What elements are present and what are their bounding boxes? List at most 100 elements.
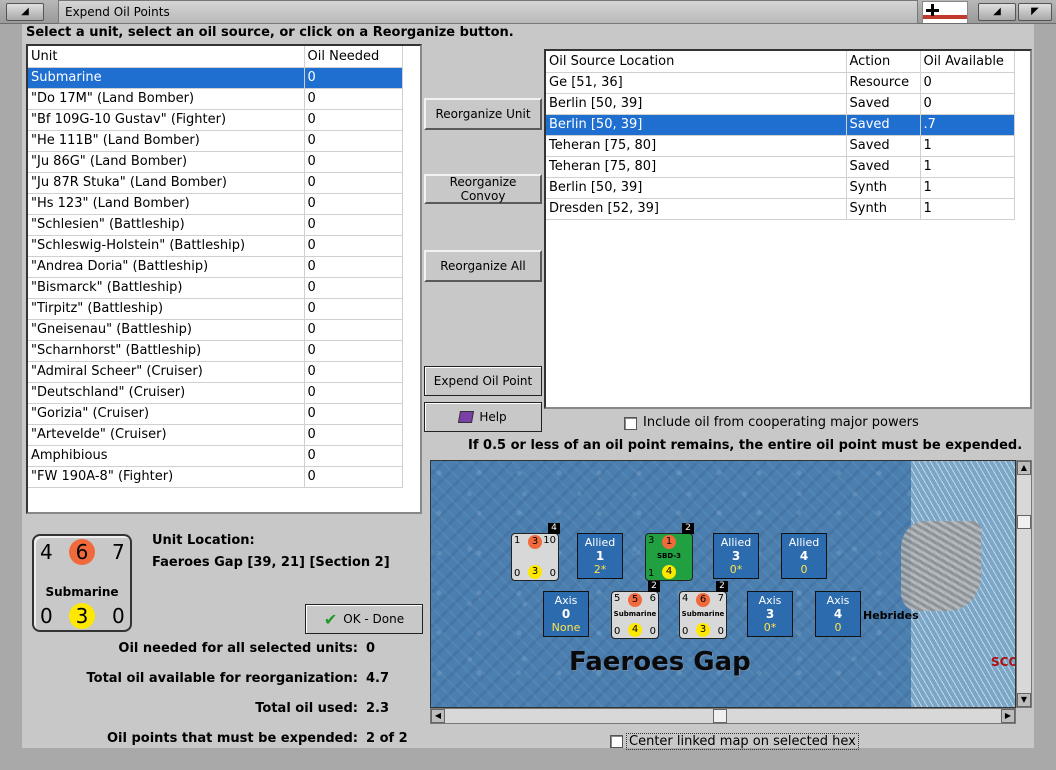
column-header[interactable]: Oil Available [920,51,1015,73]
allied-box[interactable]: Allied 4 0 [781,533,827,579]
counter-bl: 1 [648,568,655,579]
horizontal-scroll-thumb[interactable] [713,709,727,723]
allied-box[interactable]: Allied 3 0* [713,533,759,579]
selected-unit-counter: 4 6 7 Submarine 0 3 0 [32,534,132,632]
column-header[interactable]: Unit [28,46,305,68]
map-unit-counter[interactable]: 3 1 1 4 SBD-3 2 [645,523,694,581]
german-flag-icon [922,1,968,23]
center-map-checkbox[interactable] [610,735,623,748]
scroll-down-arrow-icon[interactable]: ▼ [1017,693,1031,707]
table-row[interactable]: "Schleswig-Holstein" (Battleship) 0 [28,235,403,257]
vertical-scroll-thumb[interactable] [1017,515,1031,529]
table-row[interactable]: Submarine 0 [28,67,403,89]
axis-box[interactable]: Axis 3 0* [747,591,793,637]
table-row[interactable]: Teheran [75, 80] Saved 1 [546,156,1015,178]
table-row[interactable]: Teheran [75, 80] Saved 1 [546,135,1015,157]
table-cell: 0 [304,403,403,425]
table-row[interactable]: "Do 17M" (Land Bomber) 0 [28,88,403,110]
table-row[interactable]: "Deutschland" (Cruiser) 0 [28,382,403,404]
table-row[interactable]: "Hs 123" (Land Bomber) 0 [28,193,403,215]
map-unit-counter[interactable]: 1 3 10 0 3 0 4 [511,523,560,581]
table-row[interactable]: Berlin [50, 39] Synth 1 [546,177,1015,199]
maximize-button[interactable]: ◤ [1018,3,1052,21]
table-cell: "Schleswig-Holstein" (Battleship) [28,235,305,257]
oil-needed-value: 0 [366,641,376,656]
table-cell: 1 [920,135,1015,157]
system-menu-button[interactable]: ◢ [6,3,44,21]
table-row[interactable]: Berlin [50, 39] Saved .7 [546,114,1015,136]
table-row[interactable]: "Bf 109G-10 Gustav" (Fighter) 0 [28,109,403,131]
table-row[interactable]: "He 111B" (Land Bomber) 0 [28,130,403,152]
table-cell: 1 [920,198,1015,220]
table-cell: "Scharnhorst" (Battleship) [28,340,305,362]
table-row[interactable]: "Artevelde" (Cruiser) 0 [28,424,403,446]
axis-box[interactable]: Axis 4 0 [815,591,861,637]
map-view[interactable]: 1 3 10 0 3 0 4 Allied 1 2* 3 1 1 4 SBD-3 2 Allied 3 0* … [430,460,1016,708]
units-list[interactable]: Unit Oil Needed Submarine 0 "Do 17M" (Land B… [26,44,422,514]
scroll-left-arrow-icon[interactable]: ◀ [431,709,445,723]
table-cell: "He 111B" (Land Bomber) [28,130,305,152]
table-row[interactable]: "Ju 86G" (Land Bomber) 0 [28,151,403,173]
help-button[interactable]: Help [424,402,542,432]
box-sub: 0 [800,563,808,576]
counter-br: 0 [717,626,724,637]
table-row[interactable]: "Gorizia" (Cruiser) 0 [28,403,403,425]
table-row[interactable]: "Admiral Scheer" (Cruiser) 0 [28,361,403,383]
column-header[interactable]: Oil Source Location [546,51,847,73]
checkmark-icon: ✔ [323,609,338,629]
oil-sources-list[interactable]: Oil Source Location Action Oil Available Ge… [544,49,1032,409]
map-horizontal-scrollbar[interactable]: ◀ ▶ [430,708,1016,724]
axis-box[interactable]: Axis 0 None [543,591,589,637]
table-cell: Saved [846,156,921,178]
table-row[interactable]: Berlin [50, 39] Saved 0 [546,93,1015,115]
table-cell: 0 [304,340,403,362]
expend-oil-point-button[interactable]: Expend Oil Point [424,366,542,396]
allied-box[interactable]: Allied 1 2* [577,533,623,579]
counter-tr: 10 [543,535,556,546]
box-sub: 0* [763,621,777,634]
table-row[interactable]: "Gneisenau" (Battleship) 0 [28,319,403,341]
map-vertical-scrollbar[interactable]: ▲ ▼ [1016,460,1032,708]
table-cell: "Bismarck" (Battleship) [28,277,305,299]
table-row[interactable]: "Bismarck" (Battleship) 0 [28,277,403,299]
counter-tl: 5 [614,593,621,604]
scroll-right-arrow-icon[interactable]: ▶ [1001,709,1015,723]
table-row[interactable]: "Ju 87R Stuka" (Land Bomber) 0 [28,172,403,194]
box-value: 0 [561,607,571,621]
minimize-button[interactable]: ◢ [978,3,1016,21]
table-cell: "Hs 123" (Land Bomber) [28,193,305,215]
table-cell: "Do 17M" (Land Bomber) [28,88,305,110]
map-unit-counter[interactable]: 5 5 6 0 4 0 Submarine 2 [611,581,660,639]
table-row[interactable]: "FW 190A-8" (Fighter) 0 [28,466,403,488]
counter-br: 0 [649,626,656,637]
box-title: Allied [584,536,616,549]
scroll-up-arrow-icon[interactable]: ▲ [1017,461,1031,475]
map-unit-counter[interactable]: 4 6 7 0 3 0 Submarine 2 [679,581,728,639]
column-header[interactable]: Oil Needed [304,46,403,68]
total-available-label: Total oil available for reorganization: [86,671,359,686]
table-row[interactable]: Amphibious 0 [28,445,403,467]
reorganize-convoy-button[interactable]: Reorganize Convoy [424,174,542,204]
reorganize-all-button[interactable]: Reorganize All [424,250,542,282]
table-cell: "FW 190A-8" (Fighter) [28,466,305,488]
oil-needed-label: Oil needed for all selected units: [118,641,358,656]
box-sub: 0 [834,621,842,634]
window-title: Expend Oil Points [58,0,918,24]
table-row[interactable]: Ge [51, 36] Resource 0 [546,72,1015,94]
table-row[interactable]: Dresden [52, 39] Synth 1 [546,198,1015,220]
table-row[interactable]: "Tirpitz" (Battleship) 0 [28,298,403,320]
reorganize-unit-button[interactable]: Reorganize Unit [424,98,542,130]
box-value: 1 [595,549,605,563]
table-row[interactable]: "Schlesien" (Battleship) 0 [28,214,403,236]
table-row[interactable]: "Scharnhorst" (Battleship) 0 [28,340,403,362]
ok-done-button[interactable]: ✔ OK - Done [305,604,423,634]
table-row[interactable]: "Andrea Doria" (Battleship) 0 [28,256,403,278]
column-header[interactable]: Action [846,51,921,73]
counter-name: Submarine [613,610,657,618]
table-cell: 1 [920,177,1015,199]
include-oil-checkbox[interactable] [624,417,637,430]
counter-bl: 0 [514,568,521,579]
box-value: 3 [765,607,775,621]
table-cell: 0 [304,235,403,257]
counter-top-left: 4 [40,540,53,564]
